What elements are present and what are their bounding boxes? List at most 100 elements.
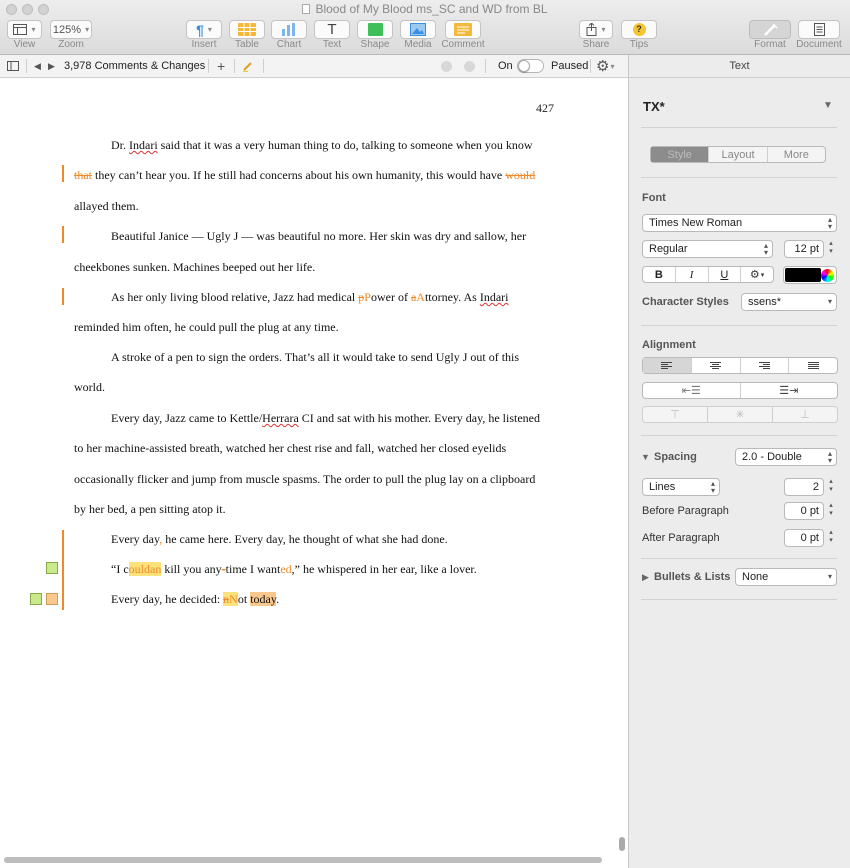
text-line[interactable]: Every day, he decided: nNot today. [111,592,279,607]
change-bar[interactable] [62,288,64,305]
previous-change-button[interactable]: ◀ [34,55,41,77]
tracking-toggle[interactable] [517,55,544,77]
text-line[interactable]: As her only living blood relative, Jazz … [111,290,508,305]
comment-button[interactable] [445,20,481,39]
color-wheel-icon[interactable] [821,269,834,282]
misspelled-word[interactable]: Indari [129,138,158,152]
bold-button[interactable]: B [643,267,676,282]
alignment-heading: Alignment [642,339,696,351]
text-line[interactable]: A stroke of a pen to sign the orders. Th… [111,350,519,365]
text-line[interactable]: cheekbones sunken. Machines beeped out h… [74,260,315,275]
shape-label: Shape [360,39,390,50]
tips-button[interactable]: ? [621,20,657,39]
text-line[interactable]: occasionally flicker and jump from muscl… [74,472,535,487]
misspelled-word[interactable]: Indari [480,290,509,304]
character-styles-select[interactable]: ssens* ▾ [741,293,837,311]
line-spacing-type-select[interactable]: Lines ▴ ▾ [642,478,720,496]
spacing-select[interactable]: 2.0 - Double ▴ ▾ [735,448,837,466]
zoom-select[interactable]: 125% ▾ [50,20,92,39]
align-middle-button[interactable]: ✳ [708,407,773,422]
before-paragraph-field[interactable]: 0 pt [784,502,824,520]
comment-marker[interactable] [46,593,58,605]
text-line[interactable]: reminded him often, he could pull the pl… [74,320,339,335]
highlight-button[interactable] [242,55,253,77]
document-button[interactable] [798,20,840,39]
text-line[interactable]: “I couldan kill you any-time I wanted,” … [111,562,477,577]
next-change-button[interactable]: ▶ [48,55,55,77]
shape-button[interactable] [357,20,393,39]
align-center-button[interactable] [692,358,741,373]
comment-marker[interactable] [30,593,42,605]
format-button[interactable] [749,20,791,39]
highlighted-text[interactable]: today [250,592,277,606]
lines-stepper[interactable]: ▴ ▾ [827,478,835,496]
misspelled-word[interactable]: Herrara [262,411,299,425]
text-line[interactable]: Beautiful Janice — Ugly J — was beautifu… [111,229,526,244]
text-line[interactable]: Dr. Indari said that it was a very human… [111,138,533,153]
inserted-text[interactable]: P [364,290,371,304]
text-line[interactable]: world. [74,380,105,395]
inserted-text[interactable]: ed [280,562,291,576]
font-size-field[interactable]: 12 pt [784,240,824,258]
insert-button[interactable]: ¶ ▾ [186,20,222,39]
after-paragraph-field[interactable]: 0 pt [784,529,824,547]
comment-marker[interactable] [46,562,58,574]
bullets-lists-select[interactable]: None ▾ [735,568,837,586]
sidebar-toggle-button[interactable] [7,55,19,77]
change-bar[interactable] [62,530,64,610]
text-line[interactable]: Every day, Jazz came to Kettle/Herrara C… [111,411,540,426]
horizontal-scrollbar[interactable] [4,857,602,863]
decrease-indent-button[interactable]: ⇤☰ [643,383,741,398]
paragraph-style-disclosure-icon[interactable]: ▼ [823,100,833,111]
text-line[interactable]: allayed them. [74,199,139,214]
text-color-well[interactable] [783,266,837,284]
change-bar[interactable] [62,226,64,243]
changes-count[interactable]: 3,978 Comments & Changes [64,55,205,77]
paragraph-style-name[interactable]: TX* [643,99,665,114]
tab-style[interactable]: Style [651,147,710,162]
change-bar[interactable] [62,165,64,182]
deleted-text[interactable]: would [505,168,535,182]
media-button[interactable] [400,20,436,39]
align-justify-button[interactable] [789,358,837,373]
typeface-select[interactable]: Regular ▴ ▾ [642,240,773,258]
advanced-options-button[interactable]: ⚙ ▾ [741,267,773,282]
after-paragraph-stepper[interactable]: ▴ ▾ [827,529,835,547]
tab-layout[interactable]: Layout [709,147,768,162]
tab-more[interactable]: More [768,147,825,162]
table-button[interactable] [229,20,265,39]
share-button[interactable]: ▾ [579,20,613,39]
vertical-scrollbar[interactable] [619,837,625,851]
align-right-button[interactable] [741,358,790,373]
bullets-disclosure-icon[interactable]: ▶ [642,572,649,583]
text-line[interactable]: to her machine-assisted breath, watched … [74,441,506,456]
accept-change-button[interactable] [441,55,452,77]
tracking-settings-button[interactable]: ⚙ ▾ [596,55,614,77]
text-button[interactable]: T [314,20,350,39]
view-button[interactable]: ▾ [7,20,42,39]
underline-button[interactable]: U [709,267,742,282]
align-bottom-button[interactable]: ⊥ [773,407,837,422]
text-line[interactable]: that they can’t hear you. If he still ha… [74,168,535,183]
reject-change-button[interactable] [464,55,475,77]
lines-field[interactable]: 2 [784,478,824,496]
align-top-button[interactable]: ⊤ [643,407,708,422]
document-canvas[interactable]: 427 Dr. Indari said that it was a very h… [0,78,628,868]
font-family-select[interactable]: Times New Roman ▴ ▾ [642,214,837,232]
highlighted-text[interactable]: ouldan [128,562,162,576]
spacing-disclosure-icon[interactable]: ▼ [641,452,650,462]
italic-button[interactable]: I [676,267,709,282]
text-line[interactable]: Every day, he came here. Every day, he t… [111,532,448,547]
inserted-text[interactable]: A [416,290,425,304]
before-paragraph-stepper[interactable]: ▴ ▾ [827,502,835,520]
add-comment-button[interactable]: + [217,55,225,77]
font-size-stepper[interactable]: ▴ ▾ [827,240,835,258]
increase-indent-button[interactable]: ☰⇥ [741,383,838,398]
chart-button[interactable] [271,20,307,39]
align-left-button[interactable] [643,358,692,373]
text-line[interactable]: by her bed, a pen sitting atop it. [74,502,226,517]
deleted-text[interactable]: that [74,168,92,182]
table-icon [238,23,256,36]
inserted-text[interactable]: N [229,592,238,606]
document-label: Document [796,39,842,50]
